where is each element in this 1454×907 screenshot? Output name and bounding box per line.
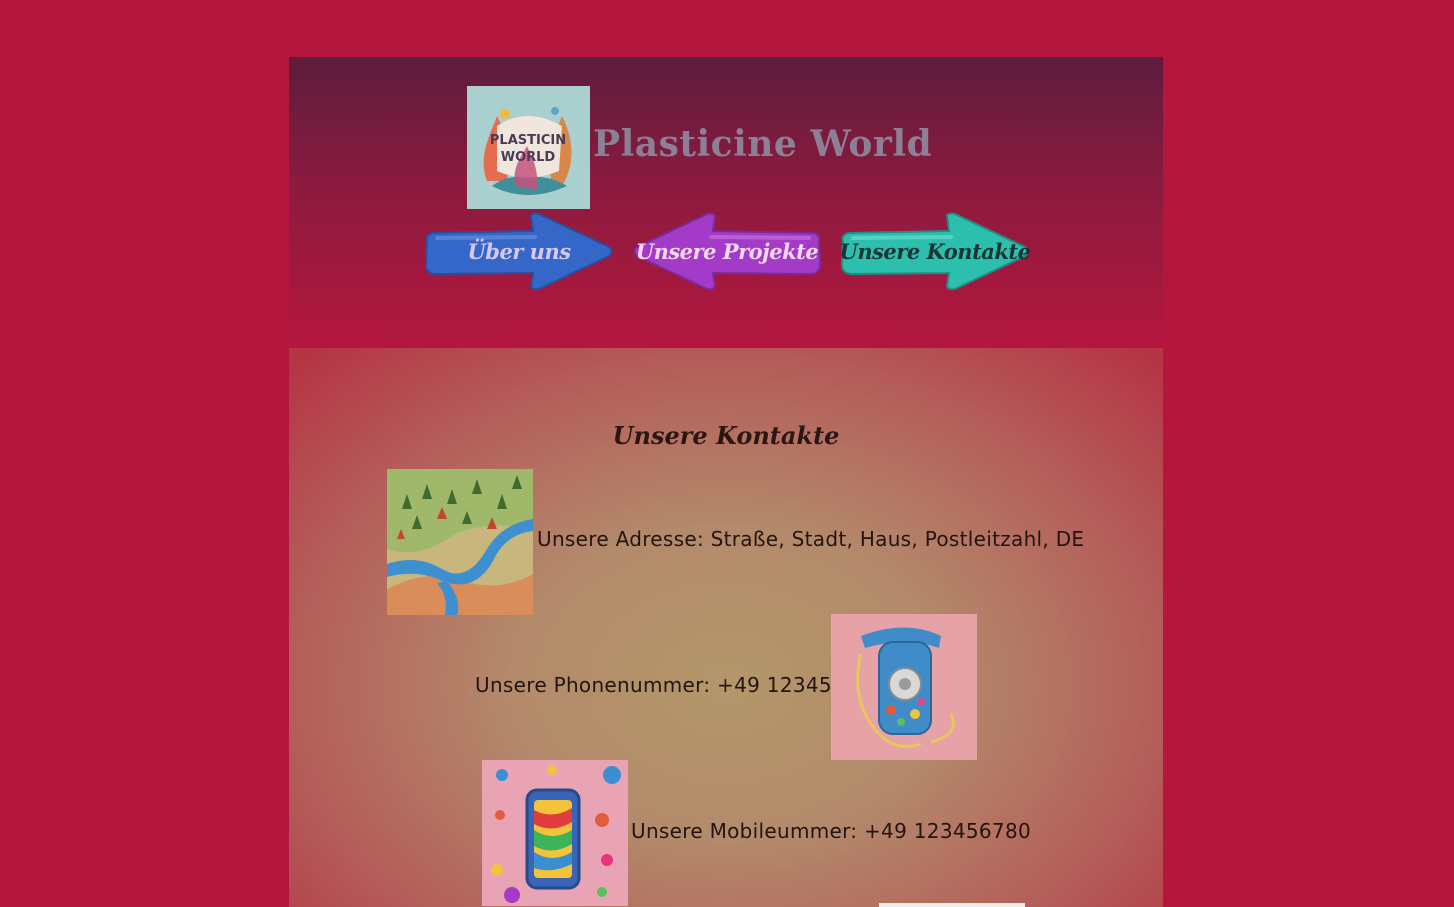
nav-button-unsere-kontakte[interactable]: Unsere Kontakte: [839, 211, 1031, 293]
site-header: PLASTICIN WORLD Plasticine World Über un…: [289, 57, 1163, 348]
site-title: Plasticine World: [593, 123, 933, 165]
contacts-section: Unsere Kontakte Unsere Adresse: Straße, …: [289, 348, 1163, 907]
section-title: Unsere Kontakte: [612, 421, 840, 450]
logo-text-line1: PLASTICIN: [490, 133, 566, 148]
mobile-text: Unsere Mobileummer: +49 123456780: [631, 819, 1031, 843]
partial-image: [879, 903, 1025, 907]
mobile-phone-image: [482, 760, 628, 906]
nav-label-unsere-kontakte: Unsere Kontakte: [839, 239, 1032, 264]
logo-image[interactable]: PLASTICIN WORLD: [467, 86, 590, 209]
nav-button-ueber-uns[interactable]: Über uns: [423, 211, 615, 293]
telephone-image: [831, 614, 977, 760]
nav-label-unsere-projekte: Unsere Projekte: [635, 239, 819, 264]
nav-button-unsere-projekte[interactable]: Unsere Projekte: [631, 211, 823, 293]
page-container: PLASTICIN WORLD Plasticine World Über un…: [289, 57, 1163, 907]
phone-text: Unsere Phonenummer: +49 123456789: [475, 673, 885, 697]
nav-label-ueber-uns: Über uns: [467, 239, 571, 264]
logo-text-line2: WORLD: [501, 150, 556, 165]
map-image: [387, 469, 533, 615]
address-text: Unsere Adresse: Straße, Stadt, Haus, Pos…: [537, 527, 1085, 551]
